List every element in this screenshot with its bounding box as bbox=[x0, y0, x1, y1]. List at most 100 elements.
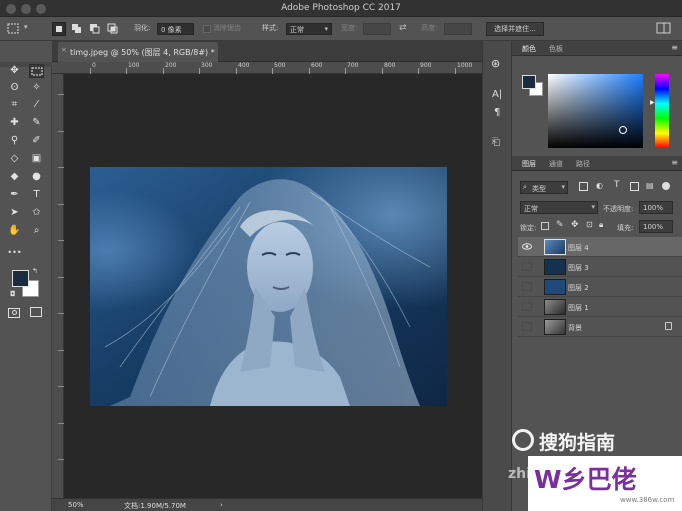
visibility-toggle[interactable] bbox=[522, 282, 532, 291]
lock-label: 锁定: bbox=[520, 224, 537, 232]
layer-name[interactable]: 图层 1 bbox=[568, 303, 589, 313]
layer-name[interactable]: 图层 3 bbox=[568, 263, 589, 273]
color-panel: 颜色 色板 ≡ ▶ bbox=[512, 41, 682, 154]
history-icon[interactable]: ⎗ bbox=[492, 137, 500, 148]
chevron-down-icon[interactable]: ▾ bbox=[24, 23, 28, 31]
layer-name[interactable]: 背景 bbox=[568, 323, 582, 333]
blur-tool-icon[interactable]: ◆ bbox=[7, 170, 22, 184]
panel-menu-icon[interactable]: ≡ bbox=[671, 158, 678, 167]
hand-tool-icon[interactable]: ✋ bbox=[7, 224, 22, 238]
add-selection-icon[interactable] bbox=[70, 22, 84, 36]
lock-artboard-icon[interactable]: ⊡ bbox=[586, 220, 593, 229]
panel-foreground-swatch[interactable] bbox=[522, 75, 536, 89]
type-tool-icon[interactable]: T bbox=[29, 188, 44, 202]
move-tool-icon[interactable]: ✥ bbox=[7, 64, 22, 78]
hue-slider[interactable] bbox=[655, 74, 669, 148]
blend-mode-dropdown[interactable]: 正常 ▾ bbox=[520, 201, 598, 214]
tab-swatches[interactable]: 色板 bbox=[549, 44, 563, 54]
workspace-icon[interactable] bbox=[656, 22, 672, 35]
quick-mask-icon[interactable] bbox=[8, 308, 20, 318]
lock-position-icon[interactable]: ✥ bbox=[571, 220, 579, 230]
visibility-toggle[interactable] bbox=[522, 262, 532, 271]
document-image[interactable] bbox=[90, 167, 447, 406]
tab-color[interactable]: 颜色 bbox=[522, 44, 536, 54]
filter-pixel-icon[interactable] bbox=[579, 182, 588, 191]
subtract-selection-icon[interactable] bbox=[88, 22, 102, 36]
filter-type-icon[interactable]: T bbox=[614, 180, 620, 190]
healing-brush-tool-icon[interactable]: ✚ bbox=[7, 116, 22, 130]
status-bar: 50% 文档:1.90M/5.70M › bbox=[52, 498, 482, 511]
lock-image-icon[interactable]: ✎ bbox=[556, 220, 564, 230]
tab-channels[interactable]: 通道 bbox=[549, 159, 563, 169]
visibility-toggle[interactable] bbox=[522, 322, 532, 331]
document-tab[interactable]: × timg.jpeg @ 50% (图层 4, RGB/8#) * bbox=[58, 42, 218, 62]
hue-slider-handle[interactable]: ▶ bbox=[650, 99, 655, 106]
lock-all-icon[interactable]: 🔒︎ bbox=[599, 220, 603, 230]
filter-smart-object-icon[interactable]: ▤ bbox=[646, 181, 654, 190]
document-info[interactable]: 文档:1.90M/5.70M bbox=[124, 501, 186, 511]
intersect-selection-icon[interactable] bbox=[106, 22, 120, 36]
history-brush-tool-icon[interactable]: ✐ bbox=[29, 134, 44, 148]
lock-pixels-icon[interactable] bbox=[541, 222, 549, 230]
character-icon[interactable]: A| bbox=[492, 89, 502, 100]
ruler-label: 0 bbox=[92, 62, 96, 69]
color-field[interactable] bbox=[548, 74, 643, 148]
eyedropper-tool-icon[interactable]: ⁄ bbox=[29, 98, 44, 112]
filter-shape-icon[interactable] bbox=[630, 182, 639, 191]
layer-name[interactable]: 图层 4 bbox=[568, 243, 589, 253]
lasso-tool-icon[interactable]: ʘ bbox=[7, 81, 22, 95]
more-tools-icon[interactable]: ••• bbox=[7, 246, 22, 260]
zoom-level[interactable]: 50% bbox=[68, 501, 84, 509]
brush-tool-icon[interactable]: ✎ bbox=[29, 116, 44, 130]
swap-icon[interactable]: ⇄ bbox=[399, 23, 407, 33]
magic-wand-tool-icon[interactable]: ✧ bbox=[29, 81, 44, 95]
fill-input[interactable]: 100% bbox=[639, 220, 673, 233]
home-icon[interactable] bbox=[6, 22, 22, 35]
pen-tool-icon[interactable]: ✒ bbox=[7, 188, 22, 202]
layer-row[interactable]: 图层 3 bbox=[518, 257, 682, 277]
select-and-mask-button[interactable]: 选择并遮住... bbox=[486, 22, 544, 36]
style-dropdown[interactable]: 正常 ▾ bbox=[286, 23, 332, 35]
height-input[interactable] bbox=[444, 23, 472, 35]
eraser-tool-icon[interactable]: ◇ bbox=[7, 152, 22, 166]
filter-toggle-icon[interactable] bbox=[662, 182, 670, 190]
color-picker-cursor[interactable] bbox=[619, 126, 627, 134]
antialias-checkbox[interactable] bbox=[203, 25, 211, 33]
sogou-watermark: 搜狗指南 bbox=[512, 428, 662, 456]
default-colors-icon[interactable]: ◘ bbox=[10, 290, 16, 298]
tab-layers[interactable]: 图层 bbox=[522, 159, 536, 169]
feather-input[interactable]: 0 像素 bbox=[157, 23, 194, 35]
marquee-tool-icon[interactable] bbox=[29, 64, 44, 78]
gradient-tool-icon[interactable]: ▣ bbox=[29, 152, 44, 166]
layer-row[interactable]: 背景 bbox=[518, 317, 682, 337]
filter-adjustment-icon[interactable]: ◐ bbox=[596, 181, 603, 190]
clone-stamp-tool-icon[interactable]: ⚲ bbox=[7, 134, 22, 148]
foreground-color-swatch[interactable] bbox=[12, 270, 29, 287]
layer-row[interactable]: 图层 1 bbox=[518, 297, 682, 317]
ruler-label: 1000 bbox=[457, 62, 473, 69]
new-selection-icon[interactable] bbox=[52, 22, 66, 36]
tab-paths[interactable]: 路径 bbox=[576, 159, 590, 169]
close-icon[interactable]: × bbox=[61, 46, 67, 54]
ruler-label: 800 bbox=[384, 62, 396, 69]
swap-colors-icon[interactable]: ↰ bbox=[32, 267, 38, 275]
dodge-tool-icon[interactable]: ● bbox=[29, 170, 44, 184]
panel-menu-icon[interactable]: ≡ bbox=[671, 43, 678, 52]
vertical-ruler bbox=[52, 74, 64, 498]
layer-name[interactable]: 图层 2 bbox=[568, 283, 589, 293]
screen-mode-icon[interactable] bbox=[30, 307, 42, 317]
libraries-icon[interactable]: ⊛ bbox=[491, 57, 500, 70]
crop-tool-icon[interactable]: ⌗ bbox=[7, 98, 22, 112]
layer-row-selected[interactable]: 图层 4 bbox=[518, 237, 682, 257]
path-selection-tool-icon[interactable]: ➤ bbox=[7, 206, 22, 220]
shape-tool-icon[interactable]: ✩ bbox=[29, 206, 44, 220]
visibility-toggle[interactable] bbox=[522, 302, 532, 311]
layer-filter-dropdown[interactable]: ⌕ 类型 ▾ bbox=[520, 181, 568, 194]
opacity-input[interactable]: 100% bbox=[639, 201, 673, 214]
paragraph-icon[interactable]: ¶ bbox=[494, 107, 500, 118]
width-input[interactable] bbox=[363, 23, 391, 35]
zoom-tool-icon[interactable]: ⌕ bbox=[29, 224, 44, 238]
chevron-right-icon[interactable]: › bbox=[220, 501, 223, 509]
layer-row[interactable]: 图层 2 bbox=[518, 277, 682, 297]
eye-icon[interactable] bbox=[522, 242, 532, 251]
